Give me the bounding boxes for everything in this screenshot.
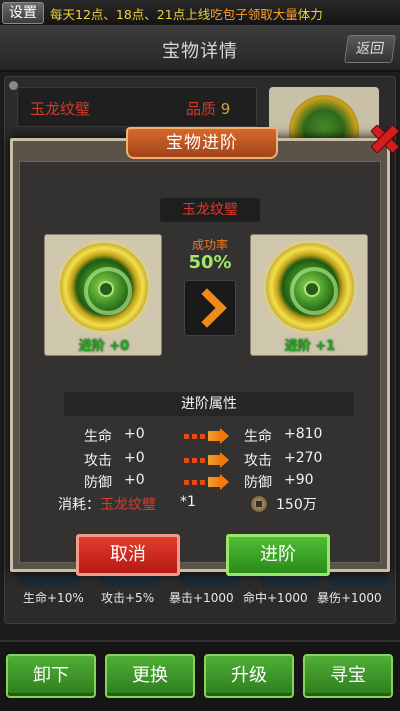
stat-icon [259,575,319,587]
arrow-right-icon [184,280,236,336]
treasure-hunt-button[interactable]: 寻宝 [303,654,393,698]
stat-icon [179,575,239,587]
cost-item-name: 玉龙纹璧 [100,497,156,513]
stat-item: 暴击+1000 [169,591,234,605]
replace-button[interactable]: 更换 [105,654,195,698]
attribute-row: 攻击 +0 攻击 +270 [20,450,382,472]
stat-item: 暴伤+1000 [317,591,382,605]
arrow-right-icon [184,428,229,444]
page-header: 宝物详情 返回 [0,26,400,72]
next-level-label: 进阶 +1 [284,339,336,354]
attr-next: +270 [284,450,323,466]
quality-label: 品质 [186,100,217,118]
settings-button[interactable]: 设置 [2,2,44,24]
notice-part-3: 体力 [297,7,323,22]
attr-next-name: 攻击 [244,453,272,469]
cost-row: 消耗： 玉龙纹璧 *1 150万 [20,494,382,516]
attr-name: 生命 [84,429,112,445]
close-icon[interactable] [367,121,400,155]
unequip-button[interactable]: 卸下 [6,654,96,698]
quality-text: 品质 9 [186,98,230,119]
upgrade-button[interactable]: 升级 [204,654,294,698]
jade-disc-icon [266,243,354,331]
attr-current: +0 [124,426,145,442]
attr-next: +810 [284,426,323,442]
notice-part-2: 吃包子领取大量 [210,7,298,22]
stat-icon [329,575,389,587]
jade-disc-icon [60,243,148,331]
item-name: 玉龙纹璧 [160,198,260,222]
attribute-row: 防御 +0 防御 +90 [20,472,382,494]
back-button[interactable]: 返回 [344,35,396,63]
stat-icon [19,575,79,587]
modal-body: 玉龙纹璧 进阶 +0 成功率 50% 进阶 +1 进阶属性 生命 +0 生命 +… [19,161,382,576]
current-level-label: 进阶 +0 [78,339,130,354]
item-info-box: 玉龙纹璧 品质 9 [17,87,257,127]
modal-title: 宝物进阶 [126,127,278,159]
coin-amount: 150万 [276,497,317,513]
stat-item: 生命+10% [23,591,84,605]
attribute-row: 生命 +0 生命 +810 [20,426,382,448]
section-title: 进阶属性 [64,392,354,416]
stat-item: 攻击+5% [101,591,155,605]
cost-quantity: *1 [180,494,196,510]
notice-part-1: 每天12点、18点、21点上线 [50,7,211,22]
attr-next-name: 防御 [244,475,272,491]
quality-value: 9 [220,100,231,118]
stat-icon [99,575,159,587]
success-rate-value: 50% [188,252,232,273]
advance-modal: 宝物进阶 玉龙纹璧 进阶 +0 成功率 50% 进阶 +1 进阶属性 生命 +0… [10,127,390,576]
attr-name: 防御 [84,475,112,491]
attr-current: +0 [124,450,145,466]
attr-next-name: 生命 [244,429,272,445]
cost-label: 消耗： [58,497,100,513]
attr-name: 攻击 [84,453,112,469]
attr-next: +90 [284,472,314,488]
background-item-name: 玉龙纹璧 [30,100,91,118]
bottom-action-bar: 卸下 更换 升级 寻宝 [0,640,400,711]
stat-strip: 生命+10% 攻击+5% 暴击+1000 命中+1000 暴伤+1000 [19,575,389,605]
cancel-button[interactable]: 取消 [76,534,180,576]
page-title: 宝物详情 [162,41,238,62]
current-level-card: 进阶 +0 [44,234,162,356]
advance-button[interactable]: 进阶 [226,534,330,576]
coin-icon [250,495,268,513]
success-rate-label: 成功率 [191,238,228,252]
stat-item: 命中+1000 [243,591,308,605]
top-notice-bar: 设置 每天12点、18点、21点上线吃包子领取大量体力 [0,0,400,26]
arrow-right-icon [184,452,229,468]
attr-current: +0 [124,472,145,488]
arrow-right-icon [184,474,229,490]
next-level-card: 进阶 +1 [250,234,368,356]
notice-text: 每天12点、18点、21点上线吃包子领取大量体力 [50,4,323,23]
